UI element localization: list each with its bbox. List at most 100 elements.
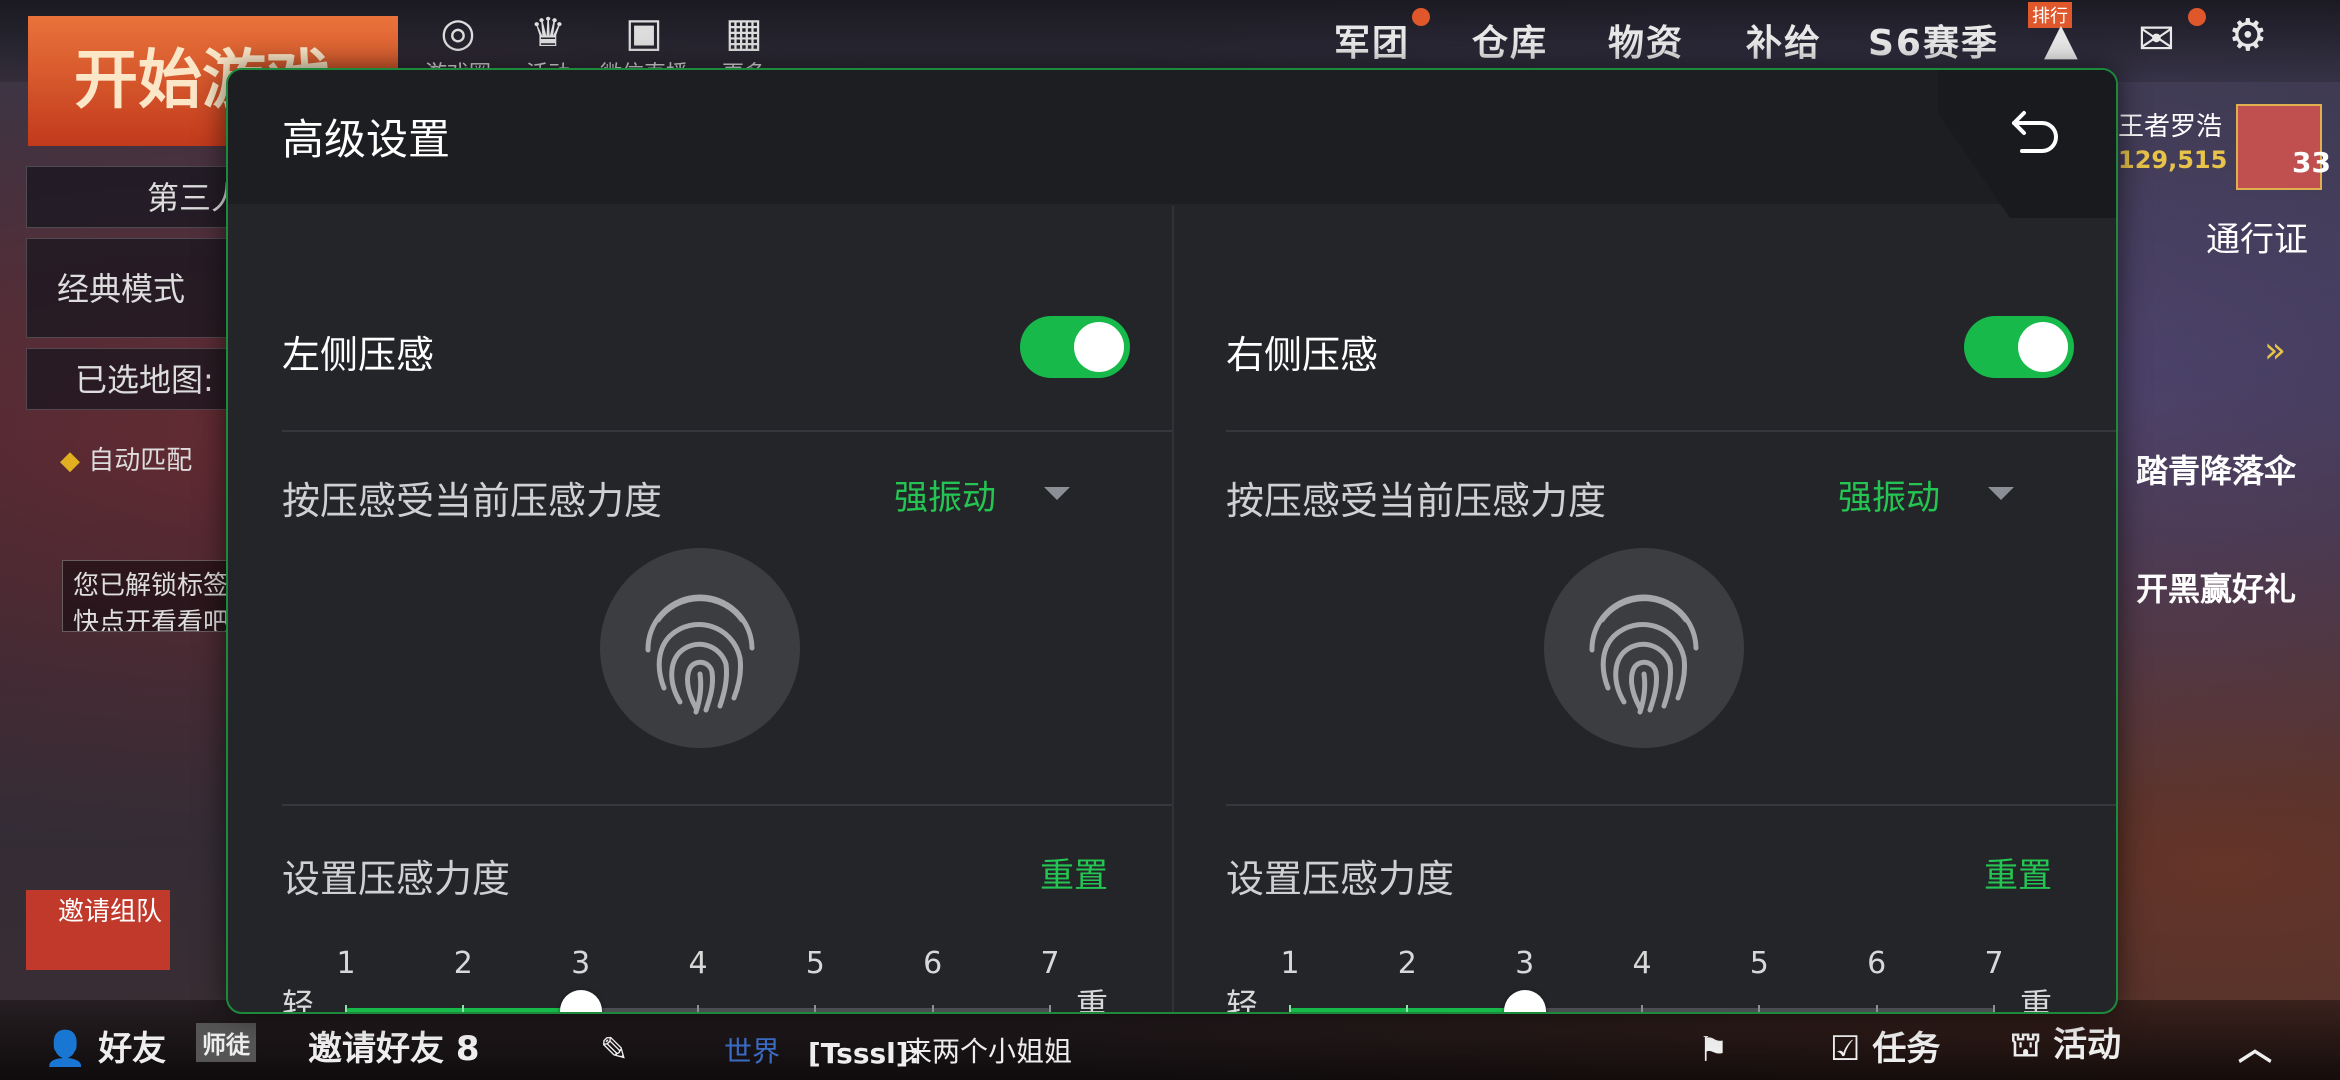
slider-tick-label: 3 [1515,946,1535,981]
supplies-menu[interactable]: 物资 [1608,14,1684,66]
tasks-button[interactable]: ☑ 任务 [1830,1021,1940,1070]
right-pressure-toggle[interactable] [1964,316,2074,378]
event-parachute[interactable]: 踏青降落伞 [2136,446,2296,492]
slider-tick-label: 2 [453,946,473,981]
unlock-notice[interactable]: 您已解锁标签 快点开看看吧 [62,560,232,632]
slider-tick [1641,1005,1643,1012]
invite-friends-button[interactable]: 邀请好友 8 [308,1021,480,1070]
reset-button[interactable]: 重置 [1040,848,1108,897]
slider-tick-label: 4 [1632,946,1652,981]
slider-tick-label: 2 [1397,946,1417,981]
slider-tick [1049,1005,1051,1012]
slider-tick-label: 1 [336,946,356,981]
store-icon: ⛫ [2010,1025,2042,1065]
slider-tick-label: 3 [571,946,591,981]
chat-message: 来两个小姐姐 [904,1035,1073,1068]
feedback-label: 按压感受当前压感力度 [1226,479,1607,523]
divider [1226,804,2116,806]
feedback-value: 强振动 [894,478,996,518]
warehouse-menu[interactable]: 仓库 [1472,14,1548,66]
slider-tick [1993,1005,1995,1012]
slider-thumb[interactable] [1503,990,1546,1012]
slider-tick-label: 6 [1867,946,1887,981]
slider-tick-label: 6 [923,946,943,981]
chat-channel: 世界 [724,1035,781,1068]
grid-icon: ▦ [725,10,763,56]
slider-tick-label: 5 [1749,946,1769,981]
slider-tick [1289,1005,1291,1012]
feedback-value: 强振动 [1838,478,1940,518]
back-arrow-icon [2012,111,2058,153]
player-name: 王者罗浩 [2118,112,2223,142]
strength-label: 设置压感力度 [282,857,511,901]
fingerprint-icon [645,594,755,715]
left-pressure-toggle[interactable] [1020,316,1130,378]
live-icon: ▣ [625,10,663,56]
rank-icon[interactable]: ▲ [2044,14,2078,65]
slider-tick [345,1005,347,1012]
slider-tick-label: 4 [688,946,708,981]
slider-tick [1406,1005,1409,1012]
friends-button[interactable]: 👤 好友 [44,1021,166,1070]
back-button[interactable] [1996,96,2076,166]
chevron-down-icon [1988,487,2014,500]
chevron-down-icon [1044,487,1070,500]
pass-button[interactable]: 通行证 [2206,212,2308,261]
perspective-selector[interactable]: 第三人 [26,166,256,228]
strength-label: 设置压感力度 [1226,857,1455,901]
right-pressure-label: 右侧压感 [1226,333,1379,377]
slider-tick [1758,1005,1761,1012]
chat-user: [Tsssl]: [808,1037,920,1070]
slider-min-label: 轻 [282,986,315,1014]
notification-dot [2188,8,2206,26]
dialog-header: 高级设置 [228,70,2116,204]
slider-tick [462,1005,465,1012]
slider-track[interactable] [1289,1005,1995,1012]
slider-tick [697,1005,699,1012]
slider-tick [1875,1005,1878,1012]
auto-match-option[interactable]: ◆ 自动匹配 [60,440,192,477]
activities-button[interactable]: ⛫ 活动 [2010,1017,2121,1070]
divider [1226,430,2116,432]
mail-icon[interactable]: ✉ [2138,14,2175,65]
collapse-up-icon[interactable]: ︿ [2238,1021,2272,1070]
resupply-menu[interactable]: 补给 [1746,14,1822,66]
divider [282,430,1172,432]
crown-icon: ♛ [530,10,566,56]
chat-icon[interactable]: ✎ [600,1030,629,1070]
fingerprint-icon [1589,594,1699,715]
flag-icon[interactable]: ⚑ [1698,1030,1728,1070]
fingerprint-press-area[interactable] [600,548,800,748]
fingerprint-press-area[interactable] [1544,548,1744,748]
slider-track[interactable] [345,1005,1051,1012]
checklist-icon: ☑ [1830,1029,1861,1069]
slider-tick [814,1005,817,1012]
reset-button[interactable]: 重置 [1984,848,2052,897]
diamond-icon: ◆ [60,446,80,476]
player-level: 33 [2292,146,2331,179]
right-pressure-panel: 右侧压感 按压感受当前压感力度 强振动 设置压感力度 重置 轻 重 1 2 3 4 5 6 7 [1172,206,2116,1014]
slider-thumb[interactable] [559,990,602,1012]
slider-tick-label: 1 [1280,946,1300,981]
player-coins: 129,515 [2118,146,2228,174]
circle-icon: ◎ [440,10,476,56]
slider-tick-label: 5 [805,946,825,981]
invite-team-button[interactable]: 邀请组队 [26,890,170,970]
left-pressure-panel: 左侧压感 按压感受当前压感力度 强振动 设置压感力度 重置 轻 重 1 2 3 4 5 6 7 [228,206,1172,1012]
legion-menu[interactable]: 军团 [1334,14,1410,66]
slider-tick-label: 7 [1984,946,2004,981]
mode-selector[interactable]: 经典模式 [26,238,256,338]
toggle-knob [2018,322,2068,372]
slider-max-label: 重 [2020,986,2053,1014]
notification-dot [1412,8,1430,26]
mentor-badge[interactable]: 师徒 [196,1023,256,1062]
event-team-reward[interactable]: 开黑赢好礼 [2136,564,2296,610]
season-menu[interactable]: S6赛季 [1868,14,1999,66]
expand-arrow-icon[interactable]: » [2264,330,2286,371]
settings-gear-icon[interactable]: ⚙ [2228,10,2267,61]
dialog-title: 高级设置 [282,115,451,164]
advanced-settings-dialog: 高级设置 左侧压感 按压感受当前压感力度 强振动 设置压感力度 重置 轻 重 1… [226,68,2118,1014]
toggle-knob [1074,322,1124,372]
feedback-label: 按压感受当前压感力度 [282,479,663,523]
map-selector[interactable]: 已选地图: [26,348,256,410]
